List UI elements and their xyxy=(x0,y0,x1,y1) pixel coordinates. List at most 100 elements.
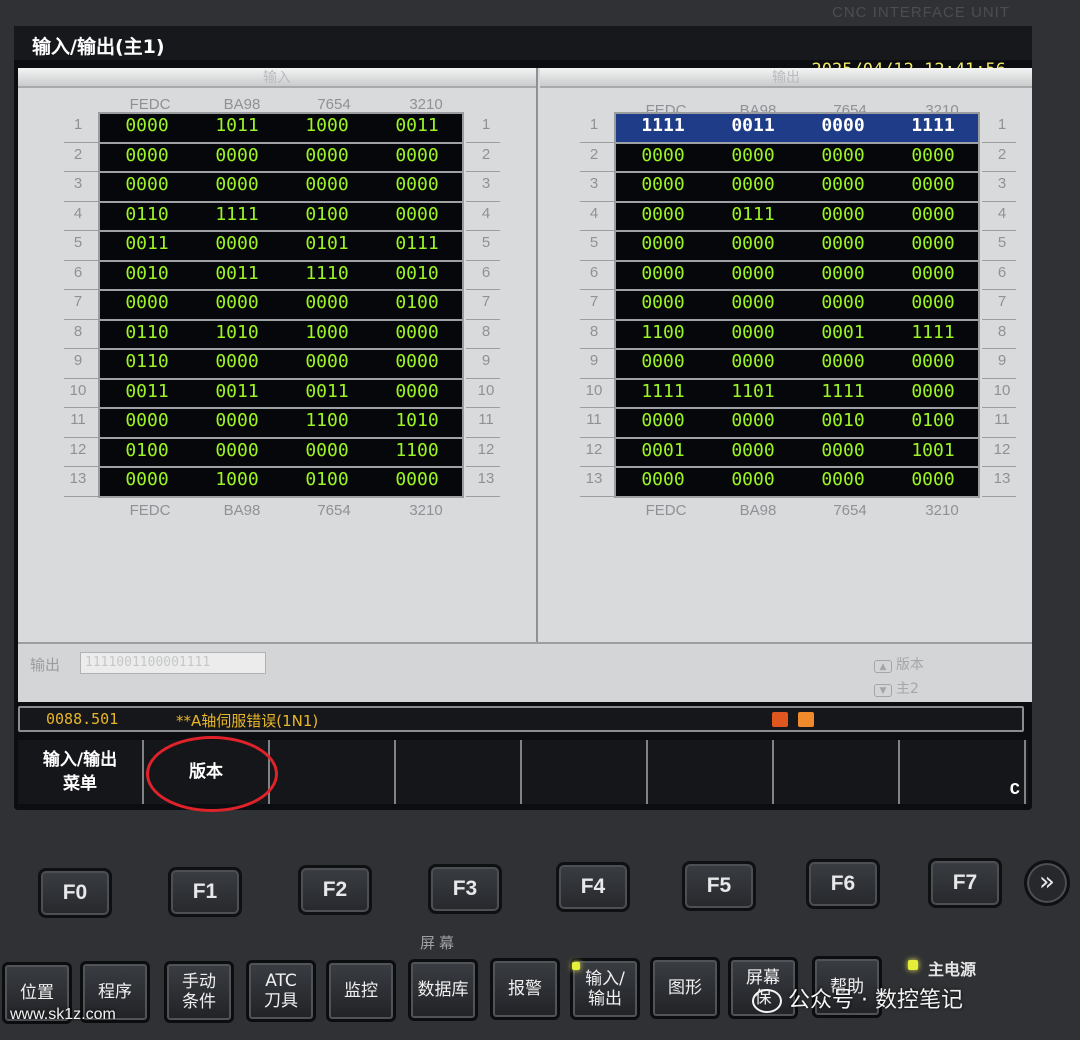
input-row-number-right: 8 xyxy=(481,322,491,340)
output-row-number-right: 7 xyxy=(997,293,1007,310)
fkey-f0[interactable]: F0 xyxy=(38,868,112,918)
output-row-divider xyxy=(982,466,1016,467)
output-row-number-right: 4 xyxy=(997,204,1007,222)
output-bit-cell: 0010 xyxy=(821,410,865,431)
softkey-4[interactable] xyxy=(396,740,522,804)
input-table-row[interactable]: 0011 0000 0101 0111 xyxy=(100,232,462,262)
input-pane: 输入 FEDC BA98 7654 3210 FEDC BA98 7654 3210 0000 1… xyxy=(18,68,538,668)
output-table-row[interactable]: 0000 0000 0010 0100 xyxy=(616,409,978,439)
page-up-hint[interactable]: ▲ 版本 xyxy=(874,654,924,674)
card-status-icon xyxy=(798,712,814,727)
fkey-f5[interactable]: F5 xyxy=(682,860,756,911)
output-table-row[interactable]: 0000 0000 0000 0000 xyxy=(616,350,978,380)
output-row-divider xyxy=(580,289,614,290)
output-table-row[interactable]: 0001 0000 0000 1001 xyxy=(616,439,978,468)
page-down-hint[interactable]: ▼ 主2 xyxy=(874,678,919,698)
key-status-icon xyxy=(772,712,788,727)
input-bit-cell: 0000 xyxy=(125,115,169,136)
input-row-number-left: 3 xyxy=(73,175,83,192)
input-table-row[interactable]: 0000 0000 1100 1010 xyxy=(100,409,462,439)
fkey-f3[interactable]: F3 xyxy=(428,863,502,914)
fkey-f4[interactable]: F4 xyxy=(556,862,630,912)
input-bit-cell: 0011 xyxy=(125,233,169,254)
hard-key-6[interactable]: 数据库 xyxy=(408,959,478,1021)
input-table-row[interactable]: 0000 0000 0000 0100 xyxy=(100,291,462,321)
input-bit-cell: 0100 xyxy=(305,469,349,490)
input-table-row[interactable]: 0110 1010 1000 0000 xyxy=(100,321,462,350)
input-table-row[interactable]: 0010 0011 1110 0010 xyxy=(100,262,462,291)
softkey-3[interactable] xyxy=(270,740,396,804)
output-table-row[interactable]: 0000 0000 0000 0000 xyxy=(616,291,978,321)
alarm-bar[interactable]: 0088.501 **A轴伺服错误(1N1) xyxy=(18,706,1024,732)
output-field-label: 输出 xyxy=(30,656,61,674)
hard-key-4[interactable]: ATC 刀具 xyxy=(246,960,316,1023)
hard-key-9[interactable]: 图形 xyxy=(650,957,720,1020)
hard-key-8[interactable]: 输入/ 输出 xyxy=(570,957,640,1020)
fkey-f1[interactable]: F1 xyxy=(168,866,242,917)
bezel-brand-text: CNC INTERFACE UNIT xyxy=(831,4,1010,21)
output-bit-cell: 0000 xyxy=(821,262,865,284)
input-row-divider xyxy=(466,141,500,143)
output-table-row[interactable]: 0000 0000 0000 0000 xyxy=(616,173,978,203)
input-bit-cell: 0000 xyxy=(215,292,259,313)
input-bit-cell: 0110 xyxy=(125,203,169,225)
input-row-divider xyxy=(466,436,500,438)
softkey-5[interactable] xyxy=(522,740,648,804)
output-bit-cell: 0000 xyxy=(641,469,685,490)
output-bit-cell: 1111 xyxy=(641,380,685,402)
output-value-field[interactable]: 1111001100001111 xyxy=(80,652,266,674)
input-row-number-right: 3 xyxy=(481,175,491,192)
input-table-row[interactable]: 0011 0011 0011 0000 xyxy=(100,380,462,409)
input-row-number-right: 4 xyxy=(481,204,491,222)
output-table-row[interactable]: 1111 0011 0000 1111 xyxy=(616,114,978,144)
input-row-divider xyxy=(64,466,98,467)
input-bit-cell: 0000 xyxy=(305,292,349,313)
output-table-row[interactable]: 0000 0000 0000 0000 xyxy=(616,468,978,498)
output-table-row[interactable]: 0000 0000 0000 0000 xyxy=(616,144,978,173)
input-bit-cell: 1100 xyxy=(395,439,439,461)
input-row-number-right: 11 xyxy=(478,411,494,428)
softkey-8[interactable] xyxy=(900,740,1026,804)
input-table-row[interactable]: 0110 1111 0100 0000 xyxy=(100,203,462,232)
fkey-f7[interactable]: F7 xyxy=(928,857,1002,908)
input-bit-cell: 1000 xyxy=(215,469,259,490)
input-table-row[interactable]: 0000 1011 1000 0011 xyxy=(100,114,462,144)
output-bit-cell: 0000 xyxy=(911,233,955,254)
output-bit-cell: 0000 xyxy=(641,262,685,284)
output-bit-cell: 1111 xyxy=(641,115,685,136)
fkey-f2[interactable]: F2 xyxy=(298,865,372,915)
input-bit-cell: 0000 xyxy=(395,321,439,343)
output-table-row[interactable]: 1100 0000 0001 1111 xyxy=(616,321,978,350)
hard-key-3[interactable]: 手动 条件 xyxy=(164,960,234,1023)
output-row-divider xyxy=(580,377,614,379)
fkey-more-button[interactable]: » xyxy=(1024,860,1070,906)
input-table-row[interactable]: 0000 0000 0000 0000 xyxy=(100,144,462,173)
input-row-divider xyxy=(466,171,500,172)
hard-key-7[interactable]: 报警 xyxy=(490,958,560,1021)
input-row-divider xyxy=(466,259,500,261)
output-table-row[interactable]: 0000 0111 0000 0000 xyxy=(616,203,978,232)
input-table-row[interactable]: 0100 0000 0000 1100 xyxy=(100,439,462,468)
input-row-divider xyxy=(466,466,500,467)
output-bit-cell: 0000 xyxy=(821,174,865,195)
input-bit-cell: 0000 xyxy=(215,144,259,166)
output-bit-cell: 0000 xyxy=(821,203,865,225)
hard-key-5[interactable]: 监控 xyxy=(326,959,396,1022)
output-row-divider xyxy=(580,318,614,320)
fkey-f6[interactable]: F6 xyxy=(806,859,880,909)
input-bit-cell: 1000 xyxy=(305,321,349,343)
output-bit-cell: 0000 xyxy=(911,174,955,195)
softkey-6[interactable] xyxy=(648,740,774,804)
input-bit-cell: 0000 xyxy=(395,469,439,490)
output-table-row[interactable]: 1111 1101 1111 0000 xyxy=(616,380,978,409)
output-row-number-right: 12 xyxy=(993,440,1011,458)
input-table-row[interactable]: 0000 1000 0100 0000 xyxy=(100,468,462,498)
softkey-1[interactable]: 输入/输出 菜单 xyxy=(18,740,144,804)
output-table-row[interactable]: 0000 0000 0000 0000 xyxy=(616,262,978,291)
output-table-row[interactable]: 0000 0000 0000 0000 xyxy=(616,232,978,262)
output-row-divider xyxy=(580,407,614,408)
input-table-row[interactable]: 0110 0000 0000 0000 xyxy=(100,350,462,380)
input-table-row[interactable]: 0000 0000 0000 0000 xyxy=(100,173,462,203)
softkey-7[interactable] xyxy=(774,740,900,804)
output-row-divider xyxy=(580,436,614,438)
